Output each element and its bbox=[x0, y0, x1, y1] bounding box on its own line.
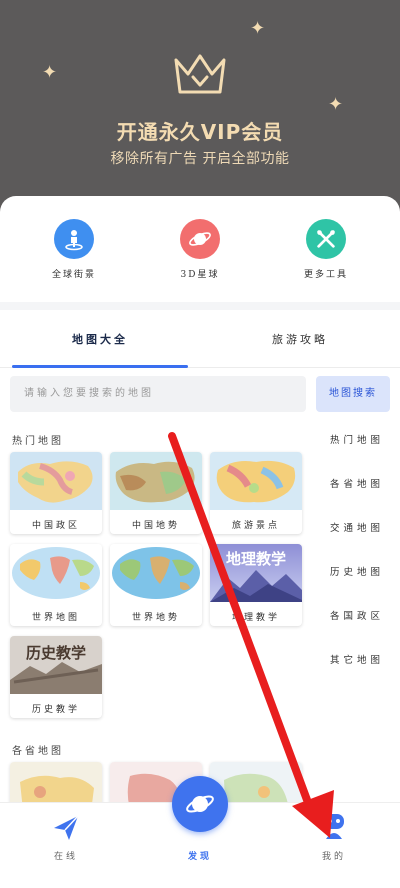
crown-icon bbox=[174, 54, 226, 94]
tab-indicator bbox=[12, 365, 188, 368]
geography-teaching-thumb-text: 地理教学 bbox=[226, 550, 286, 568]
geography-teaching-thumbnail: 地理教学 bbox=[210, 544, 302, 602]
map-card-label: 历史教学 bbox=[31, 705, 80, 715]
map-card-world-terrain[interactable]: 世界地势 bbox=[110, 544, 202, 626]
paper-plane-icon bbox=[54, 815, 79, 840]
vip-title: 开通永久VIP会员 bbox=[116, 120, 284, 144]
map-card-china-terrain[interactable]: 中国地势 bbox=[110, 452, 202, 534]
history-teaching-thumb-text: 历史教学 bbox=[26, 644, 86, 662]
nav-mine[interactable]: 我的 bbox=[284, 803, 384, 888]
nav-online[interactable]: 在线 bbox=[16, 803, 116, 888]
nav-mine-label: 我的 bbox=[321, 852, 346, 862]
tools-icon bbox=[306, 219, 346, 259]
search-button[interactable]: 地图搜索 bbox=[316, 376, 390, 412]
map-card-label: 中国政区 bbox=[31, 521, 80, 531]
map-card-label: 地理教学 bbox=[231, 613, 280, 623]
search-input[interactable]: 请输入您要搜索的地图 bbox=[10, 376, 306, 412]
map-card-geography-teaching[interactable]: 地理教学 地理教学 bbox=[210, 544, 302, 626]
sparkle-icon: ✦ bbox=[42, 62, 58, 83]
map-card-china-political[interactable]: 中国政区 bbox=[10, 452, 102, 534]
world-map-thumbnail bbox=[10, 544, 102, 602]
quick-action-label: 全球街景 bbox=[51, 270, 96, 280]
side-menu-countries[interactable]: 各国政区 bbox=[330, 608, 390, 622]
map-card-tourist-attractions[interactable]: 旅游景点 bbox=[210, 452, 302, 534]
street-view-icon bbox=[54, 219, 94, 259]
side-menu-other[interactable]: 其它地图 bbox=[330, 652, 390, 666]
map-card-label: 中国地势 bbox=[131, 521, 180, 531]
map-card-label: 世界地势 bbox=[131, 613, 180, 623]
side-menu-province[interactable]: 各省地图 bbox=[330, 476, 390, 490]
quick-actions: 全球街景 3D星球 更多工具 bbox=[0, 214, 400, 304]
side-menu-hot[interactable]: 热门地图 bbox=[330, 432, 390, 446]
map-card-label: 旅游景点 bbox=[231, 521, 280, 531]
discover-fab[interactable] bbox=[172, 776, 228, 832]
user-robot-icon bbox=[324, 814, 344, 839]
history-teaching-thumbnail: 历史教学 bbox=[10, 636, 102, 694]
sparkle-icon: ✦ bbox=[328, 94, 344, 115]
tab-map-collection[interactable]: 地图大全 bbox=[0, 312, 200, 368]
china-terrain-map-thumbnail bbox=[110, 452, 202, 510]
divider bbox=[0, 302, 400, 310]
sparkle-icon: ✦ bbox=[250, 18, 266, 39]
section-title-hot: 热门地图 bbox=[12, 436, 64, 447]
world-terrain-map-thumbnail bbox=[110, 544, 202, 602]
map-card-history-teaching[interactable]: 历史教学 历史教学 bbox=[10, 636, 102, 718]
quick-action-label: 更多工具 bbox=[303, 270, 348, 280]
china-political-map-thumbnail bbox=[10, 452, 102, 510]
planet-icon bbox=[186, 795, 214, 813]
section-title-province: 各省地图 bbox=[12, 746, 64, 757]
nav-online-label: 在线 bbox=[53, 852, 78, 862]
tab-travel-guide[interactable]: 旅游攻略 bbox=[200, 312, 400, 368]
tourist-attractions-map-thumbnail bbox=[210, 452, 302, 510]
quick-action-label: 3D星球 bbox=[180, 270, 220, 280]
map-card-world[interactable]: 世界地图 bbox=[10, 544, 102, 626]
nav-discover-label: 发现 bbox=[187, 852, 212, 862]
side-menu-history[interactable]: 历史地图 bbox=[330, 564, 390, 578]
tab-bar: 地图大全 旅游攻略 bbox=[0, 312, 400, 368]
planet-icon bbox=[180, 219, 220, 259]
map-card-label: 世界地图 bbox=[31, 613, 80, 623]
street-view-button[interactable]: 全球街景 bbox=[24, 214, 124, 280]
3d-planet-button[interactable]: 3D星球 bbox=[150, 214, 250, 280]
side-menu-traffic[interactable]: 交通地图 bbox=[330, 520, 390, 534]
more-tools-button[interactable]: 更多工具 bbox=[276, 214, 376, 280]
vip-subtitle: 移除所有广告 开启全部功能 bbox=[110, 151, 290, 167]
